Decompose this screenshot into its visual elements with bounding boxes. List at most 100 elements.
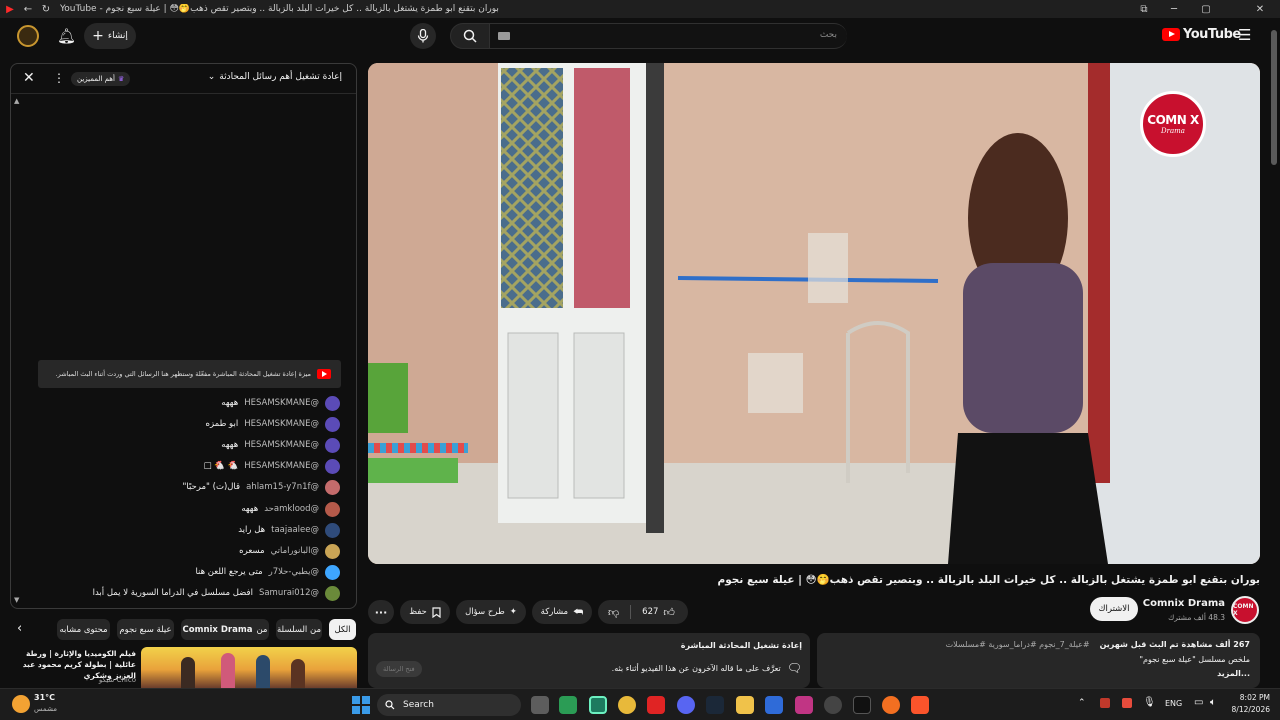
chat-author-name[interactable]: @amkloodحد	[264, 504, 319, 514]
scroll-up-arrow-icon[interactable]: ▲	[14, 97, 19, 105]
chat-author-name[interactable]: @ahlam15-y7n1f	[246, 482, 319, 492]
more-actions-button[interactable]: ···	[368, 600, 394, 624]
save-button[interactable]: حفظ	[400, 600, 450, 624]
chat-message[interactable]: @يطبي-حلا7ر متى يرجع اللعن هنا	[195, 563, 340, 581]
chip-similar[interactable]: محتوى مشابه	[57, 619, 110, 640]
tray-icon[interactable]	[1100, 698, 1110, 708]
network-icon[interactable]: ▭	[1194, 697, 1203, 708]
chat-author-avatar[interactable]	[325, 479, 340, 495]
weather-sun-icon[interactable]	[12, 695, 30, 713]
notifications-bell-icon[interactable]: 🔔︎	[57, 27, 76, 45]
chat-message[interactable]: @HESAMSKMANE هههه	[221, 436, 340, 454]
instagram-icon[interactable]	[795, 696, 813, 714]
store-icon[interactable]	[559, 696, 577, 714]
chat-author-avatar[interactable]	[325, 395, 340, 411]
chat-author-name[interactable]: @يطبي-حلا7ر	[269, 567, 319, 577]
chat-author-name[interactable]: @HESAMSKMANE	[244, 440, 319, 450]
clock-date[interactable]: 8/12/2026	[1222, 705, 1270, 714]
tray-icon[interactable]	[1122, 698, 1132, 708]
chat-message[interactable]: @ahlam15-y7n1f قال(ت) "مرحبًا"	[182, 478, 340, 496]
menu-icon[interactable]: ☰	[1238, 26, 1251, 44]
chip-all[interactable]: الكل	[329, 619, 356, 640]
chat-mode-selector[interactable]: إعادة تشغيل أهم رسائل المحادثة ⌄	[208, 72, 342, 82]
chrome-icon[interactable]	[618, 696, 636, 714]
chat-author-avatar[interactable]	[325, 437, 340, 453]
scroll-down-arrow-icon[interactable]: ▼	[14, 596, 19, 604]
task-view-icon[interactable]	[531, 696, 549, 714]
chat-author-avatar[interactable]	[325, 501, 340, 517]
chat-author-avatar[interactable]	[325, 416, 340, 432]
discord-icon[interactable]	[677, 696, 695, 714]
soundcloud-icon[interactable]	[882, 696, 900, 714]
restore-icon[interactable]: ▢	[1200, 3, 1212, 15]
chat-message[interactable]: @HESAMSKMANE 🐔 🐔 □	[204, 457, 340, 475]
youtube-logo[interactable]: YouTube	[1162, 27, 1241, 42]
chip-family[interactable]: عيلة سبع نجوم	[117, 619, 174, 640]
app-icon[interactable]	[589, 696, 607, 714]
chevron-up-icon[interactable]: ⌃	[1078, 698, 1086, 708]
chat-author-name[interactable]: @taajaalee	[271, 525, 319, 535]
chat-author-name[interactable]: @HESAMSKMANE	[244, 419, 319, 429]
chevron-left-icon[interactable]: ‹	[17, 622, 22, 636]
chat-author-avatar[interactable]	[325, 543, 340, 559]
channel-avatar[interactable]: COMN X	[1231, 596, 1259, 624]
chat-message[interactable]: @taajaalee هل رايد	[238, 521, 340, 539]
settings-icon[interactable]	[824, 696, 842, 714]
avatar[interactable]	[17, 25, 39, 47]
recommendation-channel[interactable]: شيكو Chico	[10, 676, 136, 684]
ask-button[interactable]: طرح سؤال ✦	[456, 600, 526, 624]
taskbar-search[interactable]: Search	[377, 694, 521, 716]
volume-icon[interactable]: 🔈︎	[1210, 697, 1216, 708]
hashtags[interactable]: #عيلة_7_نجوم #دراما_سورية #مسلسلات	[946, 640, 1090, 649]
search-input[interactable]: بحث	[489, 23, 847, 49]
like-count[interactable]: 627	[642, 607, 658, 617]
back-icon[interactable]: ←	[22, 3, 34, 15]
like-icon[interactable]: 👍︎	[663, 606, 675, 619]
chip-series[interactable]: من السلسلة	[276, 619, 322, 640]
chat-author-name[interactable]: @HESAMSKMANE	[244, 461, 319, 471]
members-filter-badge[interactable]: ♛ أهم المميزين	[71, 72, 131, 86]
create-button[interactable]: + إنشاء	[84, 23, 136, 49]
dislike-icon[interactable]: 👎︎	[608, 606, 619, 619]
search-button[interactable]	[450, 23, 490, 49]
chat-message[interactable]: @Samurai012 افضل مسلسل في الدراما السورية…	[93, 584, 340, 602]
chat-author-name[interactable]: @البانوراماتي	[271, 546, 319, 556]
extensions-icon[interactable]: ⧉	[1138, 3, 1150, 15]
minimize-icon[interactable]: ─	[1168, 3, 1180, 15]
reload-icon[interactable]: ↻	[40, 3, 52, 15]
clock-time[interactable]: 8:02 PM	[1228, 693, 1270, 702]
close-window-icon[interactable]: ✕	[1254, 3, 1266, 15]
voice-search-button[interactable]	[410, 23, 436, 49]
video-player[interactable]: COMN X Drama	[368, 63, 1260, 564]
mic-tray-icon[interactable]: 🎙︎	[1143, 697, 1156, 708]
windows-start-icon[interactable]	[352, 696, 370, 714]
app-icon[interactable]	[765, 696, 783, 714]
brave-icon[interactable]	[911, 696, 929, 714]
steam-icon[interactable]	[706, 696, 724, 714]
chat-author-avatar[interactable]	[325, 585, 340, 601]
more-options-icon[interactable]: ⋮	[53, 71, 65, 85]
share-button[interactable]: مشاركة ⮪	[532, 600, 592, 624]
subscribe-button[interactable]: الاشتراك	[1090, 597, 1138, 621]
file-explorer-icon[interactable]	[736, 696, 754, 714]
channel-name[interactable]: Comnix Drama	[1140, 598, 1225, 609]
show-more-link[interactable]: ...المزيد	[1217, 669, 1250, 678]
youtube-app-icon[interactable]	[647, 696, 665, 714]
language-indicator[interactable]: ENG	[1165, 699, 1182, 708]
chat-author-name[interactable]: @HESAMSKMANE	[244, 398, 319, 408]
chat-message[interactable]: @HESAMSKMANE ابو طمزه	[206, 415, 340, 433]
page-scrollbar[interactable]	[1271, 30, 1277, 165]
chip-from-channel[interactable]: Comnix Drama من	[181, 619, 269, 640]
chat-author-avatar[interactable]	[325, 522, 340, 538]
keyboard-icon[interactable]	[498, 32, 510, 40]
close-icon[interactable]: ✕	[23, 71, 35, 85]
chat-author-avatar[interactable]	[325, 458, 340, 474]
open-chat-replay-button[interactable]: فتح الرسالة	[376, 661, 422, 677]
recommendation-thumbnail[interactable]	[141, 647, 357, 688]
chat-message[interactable]: @amkloodحد هههه	[241, 500, 340, 518]
chat-author-name[interactable]: @Samurai012	[259, 588, 319, 598]
chat-message[interactable]: @البانوراماتي مسعره	[239, 542, 340, 560]
description-card[interactable]: 267 ألف مشاهدة تم البث قبل شهرين #عيلة_7…	[817, 633, 1260, 688]
chat-author-avatar[interactable]	[325, 564, 340, 580]
chat-message[interactable]: @HESAMSKMANE هههه	[221, 394, 340, 412]
